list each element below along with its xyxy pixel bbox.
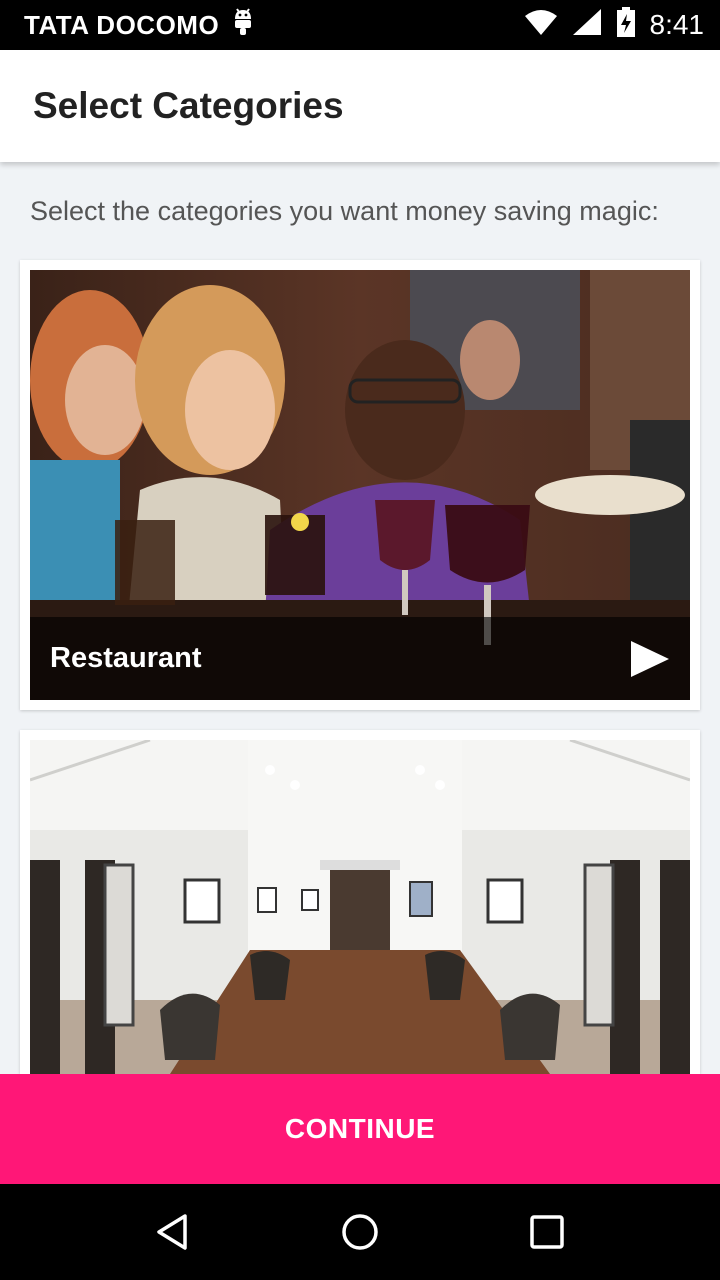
wifi-icon [524, 8, 558, 43]
restaurant-photo: Restaurant [30, 270, 690, 700]
category-list[interactable]: Select the categories you want money sav… [0, 162, 720, 1074]
home-icon[interactable] [330, 1202, 390, 1262]
instructions-text: Select the categories you want money sav… [30, 196, 659, 226]
back-icon[interactable] [143, 1202, 203, 1262]
status-bar: TATA DOCOMO 8:41 [0, 0, 720, 50]
salon-photo [30, 740, 690, 1074]
continue-button[interactable]: CONTINUE [0, 1074, 720, 1184]
battery-charging-icon [616, 6, 636, 44]
system-nav-bar [0, 1184, 720, 1280]
signal-icon [572, 8, 602, 43]
page-title: Select Categories [33, 85, 344, 126]
category-label: Restaurant [50, 642, 202, 674]
clock: 8:41 [649, 9, 705, 40]
app-bar: Select Categories [0, 50, 720, 162]
recents-icon[interactable] [517, 1202, 577, 1262]
status-left: TATA DOCOMO [24, 7, 255, 44]
status-right: 8:41 [524, 6, 705, 44]
category-card-salon[interactable] [20, 730, 700, 1074]
category-card-restaurant[interactable]: Restaurant [20, 260, 700, 710]
carrier-name: TATA DOCOMO [24, 9, 220, 40]
android-icon [231, 7, 255, 44]
play-icon [630, 640, 670, 678]
category-caption: Restaurant [30, 617, 690, 700]
